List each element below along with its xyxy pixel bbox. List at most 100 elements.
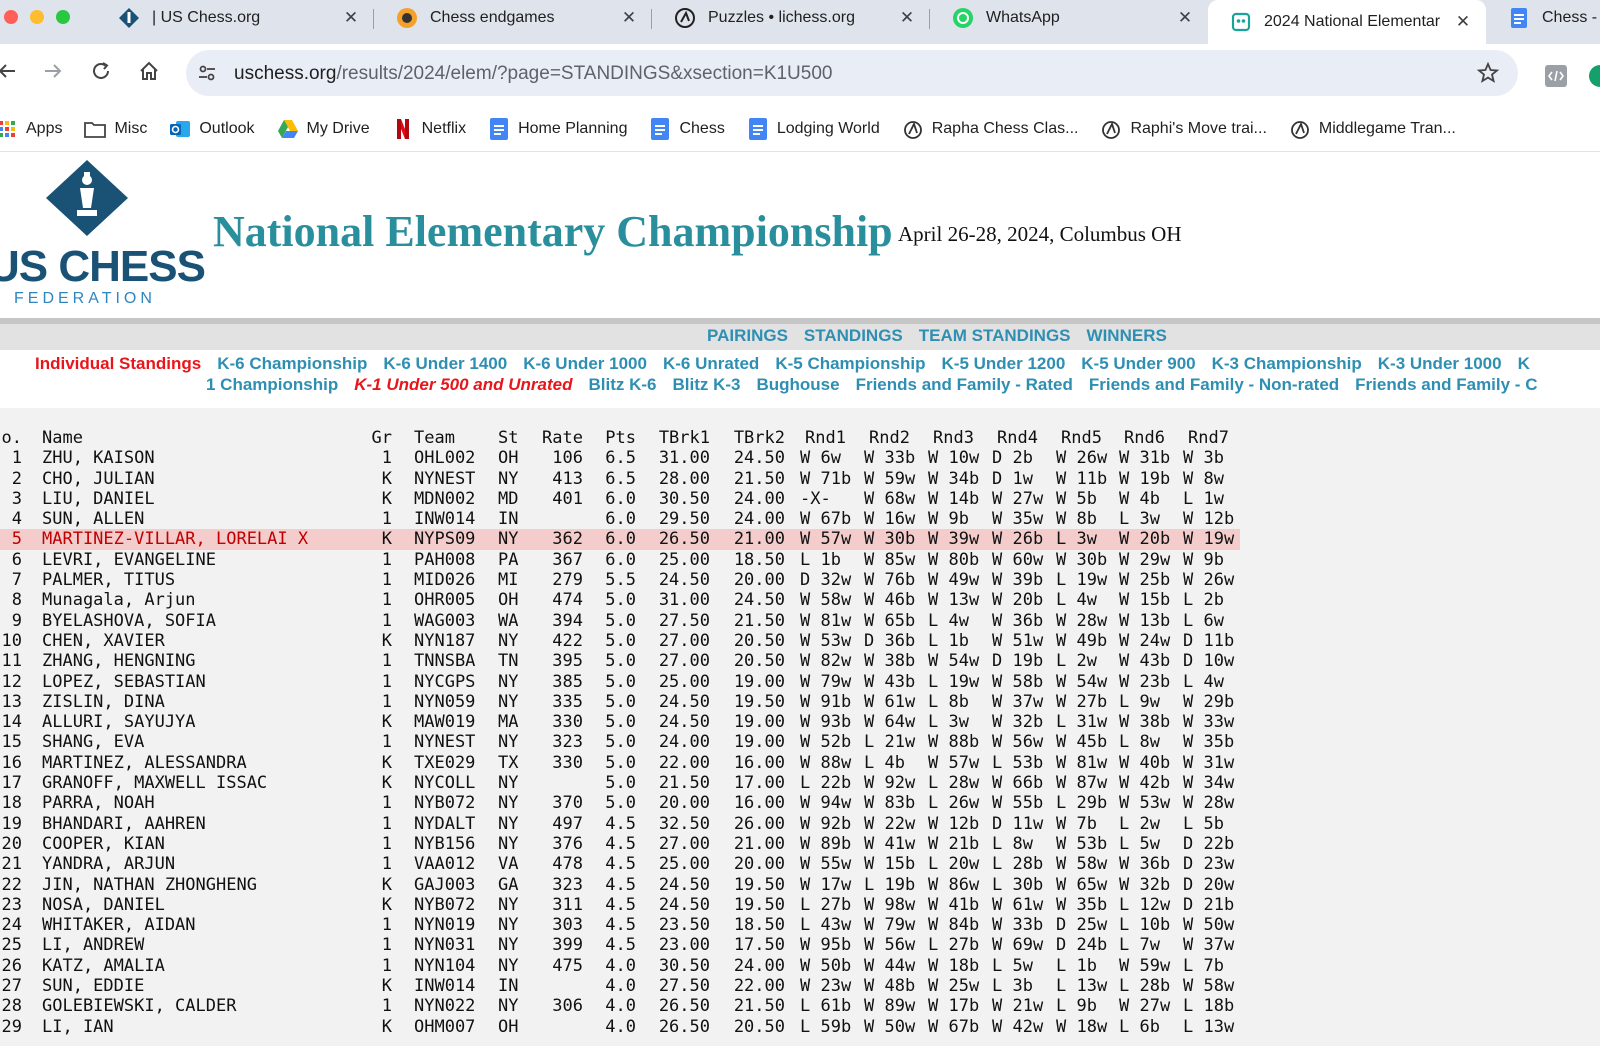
round-result: W 50w xyxy=(1183,915,1235,936)
player-team: NYCGPS xyxy=(414,671,476,692)
player-team: OHR005 xyxy=(414,590,476,611)
header-tbrk1: TBrk1 xyxy=(658,428,710,448)
round-result: W 89b xyxy=(800,833,852,854)
bookmark-raphi-move-trainer[interactable]: Raphi's Move trai... xyxy=(1100,118,1267,140)
maximize-window-button[interactable] xyxy=(56,10,70,24)
round-result: W 4b xyxy=(1119,488,1160,509)
round-result: L 4b xyxy=(864,752,905,773)
round-result: L 1b xyxy=(800,549,841,570)
forward-button[interactable] xyxy=(38,56,68,86)
section-link[interactable]: K-6 Championship xyxy=(217,354,367,374)
folder-icon xyxy=(84,118,107,140)
section-link[interactable]: K-6 Unrated xyxy=(663,354,759,374)
section-link[interactable]: Friends and Family - Non-rated xyxy=(1089,375,1339,395)
round-result: W 41w xyxy=(864,833,916,854)
player-state: NY xyxy=(498,955,519,976)
section-link[interactable]: K-3 Under 1000 xyxy=(1378,354,1502,374)
us-chess-logo-icon[interactable] xyxy=(44,158,130,238)
section-link[interactable]: 1 Championship xyxy=(206,375,338,395)
tab-close-icon[interactable]: ✕ xyxy=(898,8,916,28)
tab-chess-doc[interactable]: Chess - G xyxy=(1486,0,1600,36)
nav-winners[interactable]: WINNERS xyxy=(1087,324,1167,350)
tiebreak-2: 19.00 xyxy=(733,671,785,692)
bookmark-chess[interactable]: Chess xyxy=(649,117,725,140)
tiebreak-1: 31.00 xyxy=(658,448,710,469)
section-link[interactable]: K-6 Under 1000 xyxy=(523,354,647,374)
bookmark-outlook[interactable]: Outlook xyxy=(169,118,255,140)
tiebreak-2: 24.50 xyxy=(733,590,785,611)
reload-button[interactable] xyxy=(86,56,116,86)
player-team: NYN059 xyxy=(414,691,476,712)
player-points: 6.0 xyxy=(605,549,636,570)
section-link[interactable]: Friends and Family - C xyxy=(1355,375,1537,395)
player-name: PALMER, TITUS xyxy=(42,570,176,591)
section-link[interactable]: K xyxy=(1518,354,1530,374)
round-result: W 61w xyxy=(864,691,916,712)
section-link[interactable]: K-5 Under 1200 xyxy=(942,354,1066,374)
section-link[interactable]: Friends and Family - Rated xyxy=(856,375,1073,395)
section-current-k1-under-500: K-1 Under 500 and Unrated xyxy=(354,375,573,394)
round-result: W 43b xyxy=(864,671,916,692)
bookmark-rapha-chess[interactable]: Rapha Chess Clas... xyxy=(902,118,1078,140)
tab-close-icon[interactable]: ✕ xyxy=(1176,8,1194,28)
tab-chess-endgames[interactable]: Chess endgames ✕ xyxy=(374,0,652,36)
section-link[interactable]: Blitz K-6 xyxy=(588,375,656,395)
extension-icon[interactable] xyxy=(1544,64,1568,88)
address-bar[interactable]: uschess.org/results/2024/elem/?page=STAN… xyxy=(186,50,1518,96)
tiebreak-2: 19.00 xyxy=(733,712,785,733)
round-result: L 1w xyxy=(1183,488,1224,509)
bookmark-apps[interactable]: Apps xyxy=(0,118,62,140)
tab-whatsapp[interactable]: WhatsApp ✕ xyxy=(930,0,1208,36)
player-rating: 497 xyxy=(552,813,583,834)
bookmark-misc-folder[interactable]: Misc xyxy=(84,118,147,140)
round-result: W 19b xyxy=(1119,468,1171,489)
tab-close-icon[interactable]: ✕ xyxy=(620,8,638,28)
section-link[interactable]: K-5 Under 900 xyxy=(1081,354,1195,374)
section-link[interactable]: K-5 Championship xyxy=(775,354,925,374)
player-team: WAG003 xyxy=(414,610,476,631)
round-result: W 32b xyxy=(992,712,1044,733)
home-button[interactable] xyxy=(134,56,164,86)
page-title: National Elementary Championship xyxy=(213,207,893,256)
tiebreak-2: 24.00 xyxy=(733,955,785,976)
tab-national-elementary[interactable]: 2024 National Elementar ✕ xyxy=(1208,0,1486,44)
docs-icon xyxy=(649,117,671,140)
profile-extension-icon[interactable] xyxy=(1588,64,1600,88)
bookmark-star-icon[interactable] xyxy=(1476,61,1500,85)
round-result: L 22b xyxy=(800,773,852,794)
bookmark-netflix[interactable]: Netflix xyxy=(392,118,466,140)
player-number: 20 xyxy=(1,833,22,854)
site-settings-icon[interactable] xyxy=(196,62,218,84)
round-result: L 5w xyxy=(992,955,1033,976)
round-result: L 9b xyxy=(1056,996,1097,1017)
player-number: 9 xyxy=(11,610,22,631)
tiebreak-1: 30.50 xyxy=(658,488,710,509)
bookmark-home-planning[interactable]: Home Planning xyxy=(488,117,627,140)
player-points: 5.0 xyxy=(605,671,636,692)
section-link[interactable]: Blitz K-3 xyxy=(672,375,740,395)
url-text[interactable]: uschess.org/results/2024/elem/?page=STAN… xyxy=(234,63,832,85)
tab-uschess[interactable]: | US Chess.org ✕ xyxy=(96,0,374,36)
nav-pairings[interactable]: PAIRINGS xyxy=(707,324,788,350)
nav-standings[interactable]: STANDINGS xyxy=(804,324,903,350)
round-result: L 9w xyxy=(1119,691,1160,712)
bookmark-middlegame[interactable]: Middlegame Tran... xyxy=(1289,118,1456,140)
tab-close-icon[interactable]: ✕ xyxy=(1454,12,1472,32)
tab-lichess-puzzles[interactable]: Puzzles • lichess.org ✕ xyxy=(652,0,930,36)
bookmark-my-drive[interactable]: My Drive xyxy=(277,118,370,140)
close-window-button[interactable] xyxy=(4,10,18,24)
round-result: W 58b xyxy=(992,671,1044,692)
tab-close-icon[interactable]: ✕ xyxy=(342,8,360,28)
section-link[interactable]: Bughouse xyxy=(756,375,839,395)
player-state: NY xyxy=(498,813,519,834)
minimize-window-button[interactable] xyxy=(30,10,44,24)
tiebreak-1: 24.50 xyxy=(658,874,710,895)
section-link[interactable]: K-6 Under 1400 xyxy=(383,354,507,374)
player-team: NYB156 xyxy=(414,833,476,854)
bookmark-lodging-world[interactable]: Lodging World xyxy=(747,117,880,140)
table-row: 8 Munagala, Arjun 1 OHR005 OH 474 5.0 31.00 24.5… xyxy=(0,590,1600,610)
section-link[interactable]: K-3 Championship xyxy=(1212,354,1362,374)
player-team: NYCOLL xyxy=(414,773,476,794)
back-button[interactable] xyxy=(0,56,22,86)
nav-team-standings[interactable]: TEAM STANDINGS xyxy=(919,324,1071,350)
